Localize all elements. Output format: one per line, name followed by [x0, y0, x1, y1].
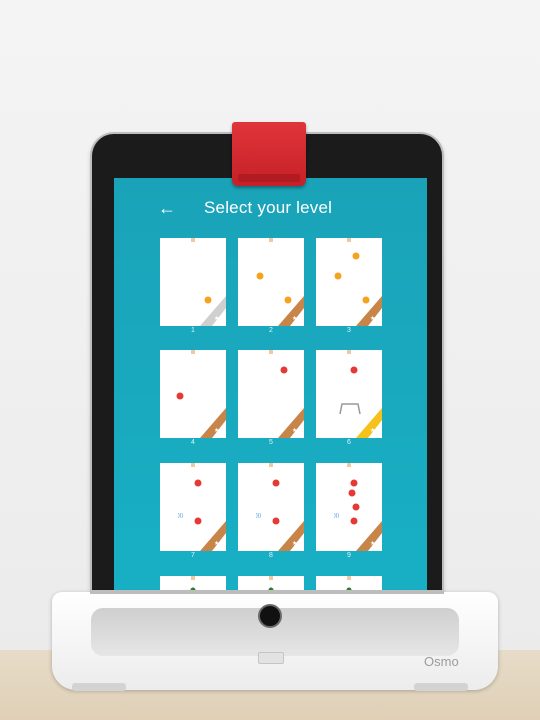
svg-text:★: ★ — [292, 540, 297, 547]
level-thumbnail-icon: ★ — [256, 238, 304, 326]
level-number: 6 — [347, 439, 351, 446]
level-number: 9 — [347, 552, 351, 559]
level-tile[interactable]: ★ — [316, 350, 382, 438]
level-tile[interactable]: ★ — [316, 238, 382, 326]
level-grid: ★ 1 ★ 2 ★ 3 ★ 4 ★ 5 ★ 6 ★))) 7 ★))) 8 ★))) 9 — [114, 178, 427, 618]
level-number: 4 — [191, 439, 195, 446]
level-number: 5 — [269, 439, 273, 446]
level-tile[interactable]: ★ — [160, 238, 226, 326]
brand-logo: Osmo — [424, 654, 459, 669]
svg-text:★: ★ — [214, 315, 219, 322]
level-number: 3 — [347, 327, 351, 334]
base-foot — [414, 683, 468, 691]
level-thumbnail-icon: ★))) — [178, 463, 226, 551]
svg-text:★: ★ — [370, 540, 375, 547]
app-screen: ← Select your level ★ 1 ★ 2 ★ 3 ★ 4 ★ 5 ★ 6 ★))) 7 ★)… — [114, 178, 427, 618]
level-number: 7 — [191, 552, 195, 559]
svg-text:★: ★ — [214, 427, 219, 434]
svg-text:))): ))) — [256, 513, 261, 519]
level-thumbnail-icon: ★))) — [334, 463, 382, 551]
level-tile[interactable]: ★))) — [238, 463, 304, 551]
svg-text:★: ★ — [292, 427, 297, 434]
level-thumbnail-icon: ★))) — [256, 463, 304, 551]
svg-text:))): ))) — [334, 513, 339, 519]
svg-text:★: ★ — [370, 315, 375, 322]
svg-text:))): ))) — [178, 513, 183, 519]
level-thumbnail-icon: ★ — [269, 350, 304, 438]
level-tile[interactable]: ★))) — [316, 463, 382, 551]
level-tile[interactable]: ★))) — [160, 463, 226, 551]
level-tile[interactable]: ★ — [238, 238, 304, 326]
level-number: 1 — [191, 327, 195, 334]
level-number: 2 — [269, 327, 273, 334]
level-tile[interactable]: ★ — [160, 350, 226, 438]
level-thumbnail-icon: ★ — [176, 350, 226, 438]
osmo-mirror-clip — [232, 122, 306, 186]
level-thumbnail-icon: ★ — [334, 238, 382, 326]
level-number: 8 — [269, 552, 273, 559]
level-thumbnail-icon: ★ — [339, 350, 382, 438]
level-thumbnail-icon: ★ — [191, 238, 226, 326]
charging-port-icon — [258, 652, 284, 664]
svg-text:★: ★ — [214, 540, 219, 547]
home-button-icon[interactable] — [258, 604, 282, 628]
base-foot — [72, 683, 126, 691]
svg-text:★: ★ — [292, 315, 297, 322]
svg-text:★: ★ — [370, 427, 375, 434]
level-tile[interactable]: ★ — [238, 350, 304, 438]
